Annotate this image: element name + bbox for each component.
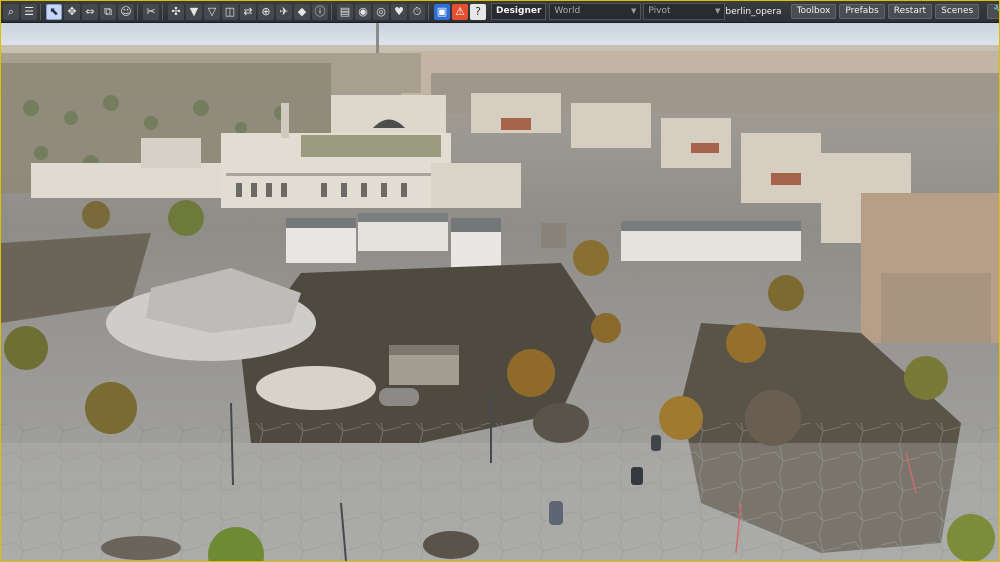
scene-render — [1, 23, 999, 561]
vehicle — [549, 501, 563, 525]
space-dropdown-label: World — [554, 6, 581, 16]
document-icon[interactable]: ▤ — [337, 3, 353, 20]
bounds-tool-icon[interactable]: ⇔ — [82, 3, 98, 20]
tool-strip: ⌕ ☰ ⬉ ✥ ⇔ ⧉ ☺ ✂ ✣ ▼ ▽ ◫ ⇄ ⊕ ✈ ◆ ⓘ ▤ ◉ ◎ ♥ ⏱ ▣ ⚠? — [1, 3, 486, 20]
toolbar-separator — [40, 3, 41, 20]
scale-tool-icon[interactable]: ⧉ — [100, 3, 116, 20]
crater — [533, 403, 589, 443]
toolbar-separator — [137, 3, 138, 20]
fuel-tank — [379, 388, 419, 406]
scene-viewport[interactable] — [1, 23, 999, 561]
pivot-dropdown-label: Pivot — [648, 6, 671, 16]
pivot-dropdown[interactable]: Pivot ▼ — [643, 3, 726, 20]
menu-icon[interactable]: ☰ — [21, 3, 37, 20]
emoji-tool-icon[interactable]: ☺ — [118, 3, 134, 20]
toolbar-separator — [428, 3, 429, 20]
rubble-pile — [256, 366, 376, 410]
navigation-icon[interactable]: ✈ — [276, 3, 292, 20]
toolbar-separator — [331, 3, 332, 20]
crater — [101, 536, 181, 560]
editor-toolbar: ⌕ ☰ ⬉ ✥ ⇔ ⧉ ☺ ✂ ✣ ▼ ▽ ◫ ⇄ ⊕ ✈ ◆ ⓘ ▤ ◉ ◎ ♥ ⏱ ▣ ⚠? Designer World… — [1, 1, 999, 23]
timer-icon[interactable]: ⏱ — [409, 3, 425, 20]
transform-icon[interactable]: ✣ — [168, 3, 184, 20]
vehicle — [651, 435, 661, 451]
heart-icon[interactable]: ♥ — [391, 3, 407, 20]
search-icon[interactable]: ⌕ — [3, 3, 19, 20]
space-dropdown[interactable]: World ▼ — [549, 3, 642, 20]
filter-outline-icon[interactable]: ▽ — [204, 3, 220, 20]
split-view-icon[interactable]: ◫ — [222, 3, 238, 20]
wrench-icon[interactable]: 🔧 — [987, 4, 999, 19]
save-icon[interactable]: ▣ — [434, 3, 450, 20]
select-tool-icon[interactable]: ⬉ — [46, 3, 62, 20]
chevron-down-icon: ▼ — [631, 7, 637, 15]
scenes-button[interactable]: Scenes — [935, 4, 980, 19]
restart-button[interactable]: Restart — [887, 4, 933, 19]
toolbox-button[interactable]: Toolbox — [790, 4, 837, 19]
move-tool-icon[interactable]: ✥ — [64, 3, 80, 20]
swap-icon[interactable]: ⇄ — [240, 3, 256, 20]
crater — [423, 531, 479, 559]
diamond-icon[interactable]: ◆ — [294, 3, 310, 20]
cut-icon[interactable]: ✂ — [143, 3, 159, 20]
mode-selector[interactable]: Designer — [491, 3, 547, 20]
warning-icon[interactable]: ⚠ — [452, 3, 468, 20]
toolbar-separator — [162, 3, 163, 20]
vehicle — [631, 467, 643, 485]
editor-window: ⌕ ☰ ⬉ ✥ ⇔ ⧉ ☺ ✂ ✣ ▼ ▽ ◫ ⇄ ⊕ ✈ ◆ ⓘ ▤ ◉ ◎ ♥ ⏱ ▣ ⚠? Designer World… — [0, 0, 1000, 562]
scene-name: berlin_opera — [725, 6, 782, 17]
info-icon[interactable]: ⓘ — [312, 3, 328, 20]
target-icon[interactable]: ⊕ — [258, 3, 274, 20]
eye-icon[interactable]: ◉ — [355, 3, 371, 20]
eye-alt-icon[interactable]: ◎ — [373, 3, 389, 20]
chevron-down-icon: ▼ — [715, 7, 721, 15]
prefabs-button[interactable]: Prefabs — [839, 4, 885, 19]
help-icon[interactable]: ? — [470, 3, 486, 20]
filter-down-icon[interactable]: ▼ — [186, 3, 202, 20]
